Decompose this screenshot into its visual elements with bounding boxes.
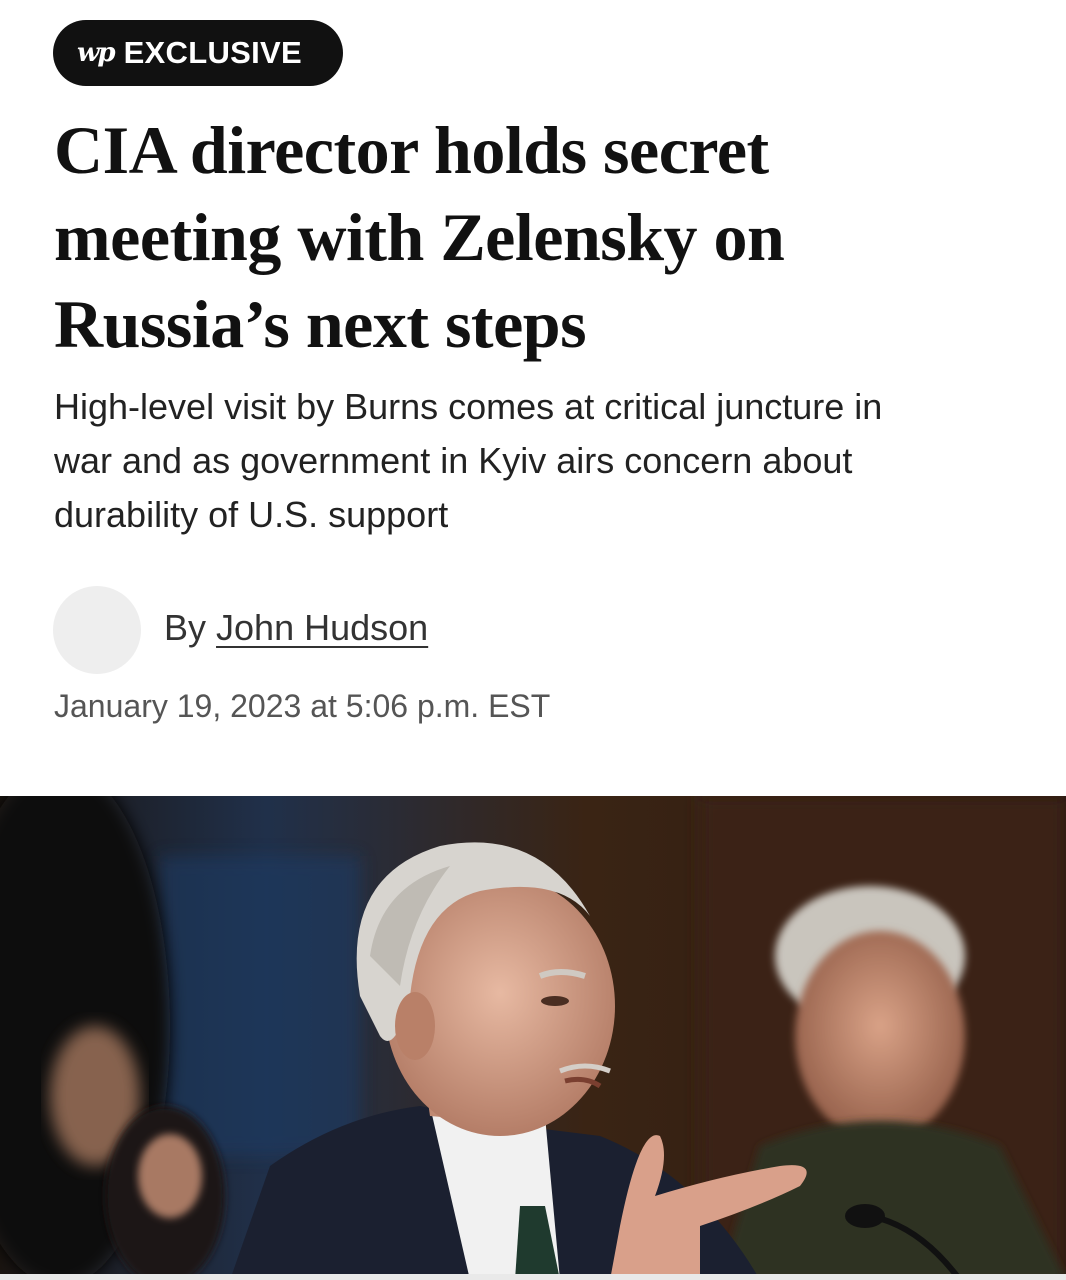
dek-line: durability of U.S. support (54, 494, 449, 535)
exclusive-badge: wp EXCLUSIVE (53, 20, 343, 86)
dek-line: High-level visit by Burns comes at criti… (54, 386, 883, 427)
hearing-photo-illustration (0, 796, 1066, 1280)
divider (0, 1274, 1066, 1280)
article-subheadline: High-level visit by Burns comes at criti… (54, 380, 1044, 542)
headline-line: meeting with Zelensky on (54, 199, 785, 275)
byline: By John Hudson (164, 606, 428, 650)
headline-line: CIA director holds secret (54, 112, 769, 188)
author-avatar[interactable] (53, 586, 141, 674)
exclusive-label: EXCLUSIVE (123, 35, 302, 70)
dek-line: war and as government in Kyiv airs conce… (54, 440, 853, 481)
publish-timestamp: January 19, 2023 at 5:06 p.m. EST (54, 688, 551, 724)
author-link[interactable]: John Hudson (216, 607, 428, 648)
washington-post-logo-icon: wp (77, 38, 116, 68)
headline-line: Russia’s next steps (54, 286, 587, 362)
article-photo[interactable] (0, 796, 1066, 1280)
byline-prefix: By (164, 607, 207, 648)
article-headline[interactable]: CIA director holds secret meeting with Z… (54, 107, 1034, 368)
